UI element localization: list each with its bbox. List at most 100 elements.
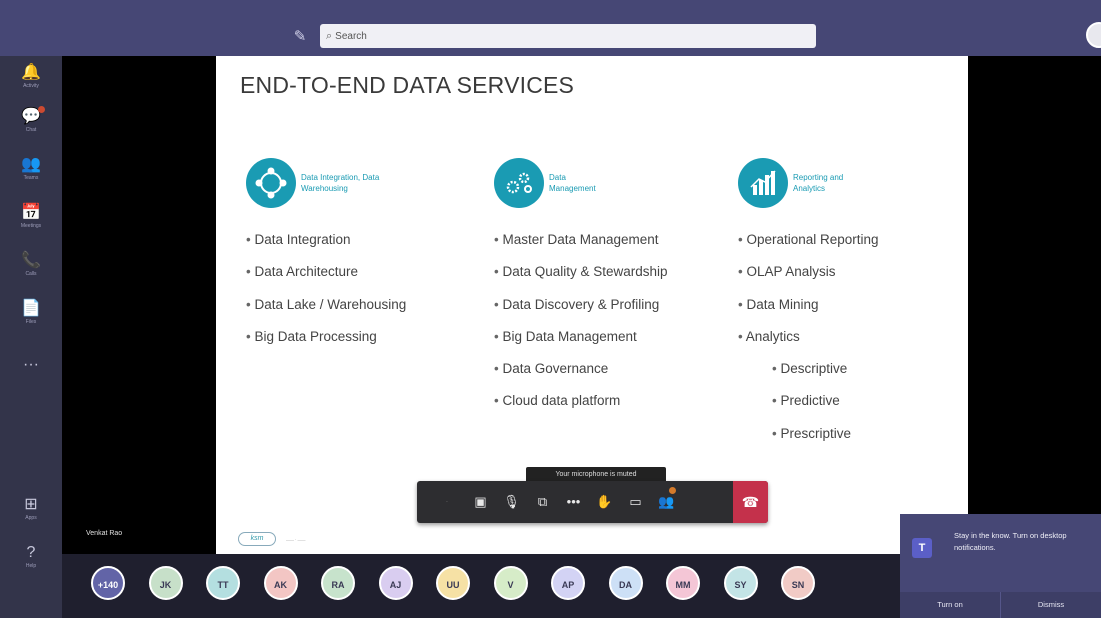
bullet-item: Big Data Processing [246,327,406,359]
participant-avatar[interactable]: AP [551,566,585,600]
calendar-icon: 📅 [21,204,41,221]
help-icon: ? [26,544,36,561]
share-screen-icon: ⧉ [537,494,548,509]
rail-item-file[interactable]: 📄 Files [0,296,62,340]
more-icon: ••• [566,494,581,509]
bar-chart-icon [738,158,788,208]
bullet-item: Data Discovery & Profiling [494,295,668,327]
rail-item-chat[interactable]: 💬 Chat [0,104,62,148]
participant-avatar[interactable]: AK [263,566,298,600]
column-heading: Reporting and Analytics [793,173,844,193]
rail-item-calendar[interactable]: 📅 Meetings [0,200,62,244]
participant-avatar[interactable]: AJ [378,566,413,600]
camera-button[interactable]: ▣ [465,481,496,523]
chat-icon: 💬 [21,108,41,125]
left-rail: 🔔 Activity 💬 Chat 👥 Teams 📅 Meetings 📞 Calls 📄 File… [0,56,62,618]
rail-item-label: Meetings [20,223,42,229]
search-placeholder: Search [335,30,367,42]
sub-bullet-item: Descriptive [738,359,879,391]
sub-bullet-item: Prescriptive [738,424,879,456]
user-avatar[interactable] [1086,22,1101,48]
bullet-item: Data Architecture [246,262,406,294]
bell-icon: 🔔 [21,64,41,81]
more-button[interactable]: ••• [558,481,589,523]
chat-button[interactable]: ▭ [620,481,651,523]
search-input[interactable]: ⌕ Search [320,24,816,48]
participant-avatar[interactable]: JK [148,566,183,600]
rail-item-more[interactable]: ··· [0,352,62,396]
bullet-item: Analytics [738,327,879,359]
slide-footer: ksm —— · —— [238,532,306,546]
participant-avatar[interactable]: V [493,566,528,600]
column-management: Data Management Master Data Management D… [494,158,668,424]
hang-up-button[interactable]: ☎ [733,481,768,523]
bullet-item: Data Mining [738,295,879,327]
participant-avatar[interactable]: DA [608,566,643,600]
integration-icon [246,158,296,208]
bullet-list: Master Data Management Data Quality & St… [494,230,668,424]
participants-icon: 👥 [658,494,675,509]
sub-bullet-item: Predictive [738,391,879,423]
notification-badge [669,487,676,494]
column-heading: Data Integration, Data Warehousing [301,173,380,193]
rail-item-label: Chat [25,127,37,133]
bullet-item: Data Integration [246,230,406,262]
apps-icon: ⊞ [24,496,38,513]
participant-avatar[interactable]: SY [723,566,758,600]
bullet-item: Master Data Management [494,230,668,262]
file-icon: 📄 [21,300,41,317]
participant-avatar[interactable]: MM [666,566,700,600]
rail-item-bell[interactable]: 🔔 Activity [0,60,62,104]
rail-item-label: Help [25,563,37,569]
bullet-list: Data Integration Data Architecture Data … [246,230,406,359]
gears-icon [494,158,544,208]
rail-item-label: Activity [23,83,39,89]
rail-item-label: Files [25,319,37,325]
share-button[interactable]: ⧉ [527,481,558,523]
phone-hangup-icon: ☎ [741,494,760,510]
mic-button[interactable]: 🎙 [496,481,527,523]
bullet-item: OLAP Analysis [738,262,879,294]
compose-icon[interactable]: ✎ [290,27,310,47]
presenter-name: Venkat Rao [86,530,123,537]
participant-avatar[interactable]: SN [781,566,815,600]
bullet-item: Operational Reporting [738,230,878,262]
rail-item-teams[interactable]: 👥 Teams [0,152,62,196]
raise-hand-button[interactable]: ✋ [589,481,620,523]
turn-on-button[interactable]: Turn on [900,592,1000,618]
rail-item-label: Teams [23,175,39,181]
participant-avatar[interactable]: +140 [91,566,125,600]
title-bar: ✎ ⌕ Search [0,0,1101,56]
participants-button[interactable]: 👥 [651,481,682,523]
participant-avatar[interactable]: RA [321,566,355,600]
rail-item-apps[interactable]: ⊞ Apps [0,492,62,536]
hand-icon: ✋ [596,494,613,509]
bullet-item: Cloud data platform [494,391,668,423]
rail-item-phone[interactable]: 📞 Calls [0,248,62,292]
company-logo: ksm [238,532,276,546]
bullet-item: Data Quality & Stewardship [494,262,667,294]
bullet-list: Operational Reporting OLAP Analysis Data… [738,230,879,456]
call-controls: · ▣ 🎙 ⧉ ••• ✋ ▭ 👥 ☎ [417,481,768,523]
slide-title: END-TO-END DATA SERVICES [240,72,575,98]
teams-logo-icon: T [912,538,932,558]
rail-item-help[interactable]: ? Help [0,540,62,584]
call-timer: · [445,497,449,506]
dismiss-button[interactable]: Dismiss [1000,592,1101,618]
more-icon: ··· [23,356,39,373]
column-integration: Data Integration, Data Warehousing Data … [246,158,406,359]
bullet-item: Big Data Management [494,327,668,359]
column-reporting: Reporting and Analytics Operational Repo… [738,158,879,456]
rail-item-label: Calls [25,271,37,277]
phone-icon: 📞 [21,252,41,269]
column-heading: Data Management [549,173,596,193]
notification-badge [38,106,45,113]
copyright-text: —— · —— [286,536,306,542]
rail-item-label: Apps [25,515,37,521]
participant-avatar[interactable]: UU [436,566,470,600]
notification-toast: T Stay in the know. Turn on desktop noti… [900,514,1101,618]
chat-icon: ▭ [629,494,642,509]
teams-icon: 👥 [21,156,41,173]
participant-avatar[interactable]: TT [206,566,240,600]
mic-off-icon: 🎙 [503,494,520,509]
